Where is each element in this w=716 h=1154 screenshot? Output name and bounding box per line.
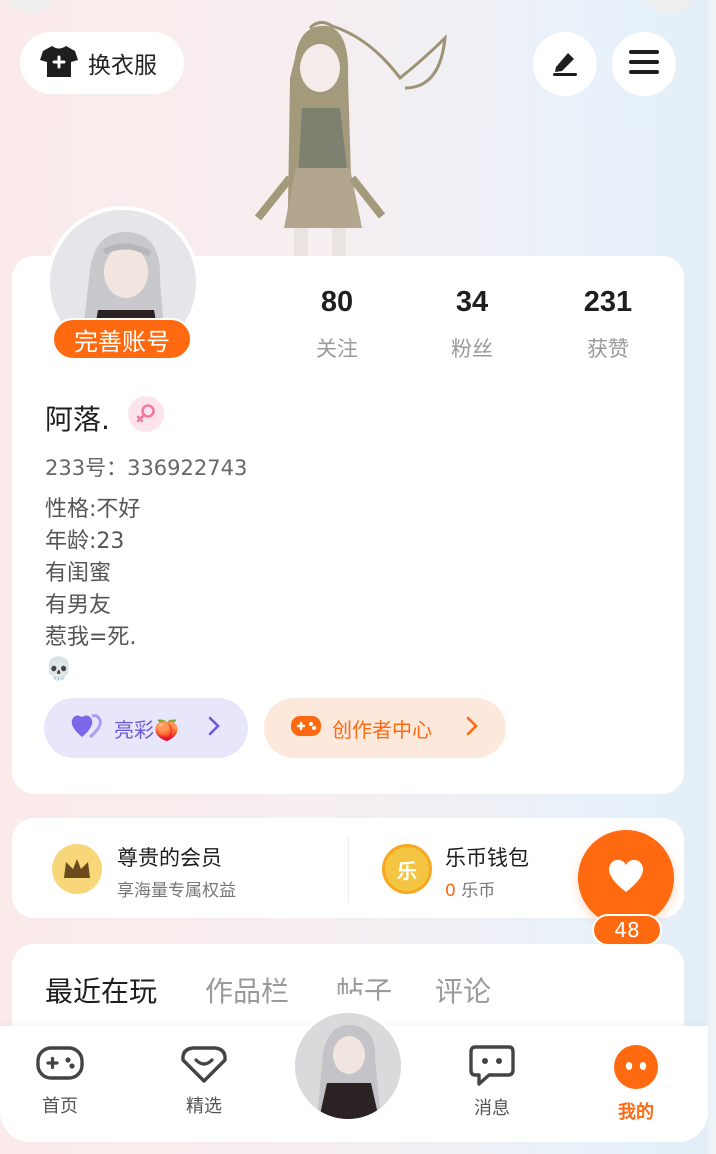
nav-home[interactable]: 首页	[15, 1044, 105, 1118]
creator-center-label: 创作者中心	[332, 717, 432, 742]
wallet-entry[interactable]: 乐 乐币钱包 0 乐币	[370, 830, 580, 910]
complete-account-button[interactable]: 完善账号	[52, 318, 192, 360]
bio: 性格:不好 年龄:23 有闺蜜 有男友 惹我=死. 💀	[45, 494, 140, 686]
wallet-title: 乐币钱包	[445, 846, 529, 870]
nav-messages-label: 消息	[474, 1098, 510, 1119]
nav-featured[interactable]: 精选	[159, 1044, 249, 1118]
coin-icon: 乐	[382, 844, 432, 894]
edit-icon	[550, 47, 580, 81]
tab-comments[interactable]: 评论	[435, 970, 491, 1010]
bio-line: 年龄:23	[45, 529, 125, 554]
nav-me[interactable]: 我的	[591, 1044, 681, 1124]
chevron-right-icon	[208, 716, 220, 741]
nav-messages[interactable]: 消息	[447, 1044, 537, 1120]
heart-icon	[70, 713, 104, 744]
chat-icon	[467, 1045, 517, 1090]
vip-title: 尊贵的会员	[117, 846, 222, 870]
gamepad-icon	[290, 713, 322, 744]
like-button[interactable]	[578, 830, 674, 926]
female-icon	[128, 396, 164, 432]
bio-line: 惹我=死.	[45, 625, 137, 650]
stat-following[interactable]: 80 关注	[282, 286, 392, 363]
nav-home-label: 首页	[42, 1096, 78, 1117]
user-name: 阿落.	[45, 403, 110, 436]
stat-likes[interactable]: 231 获赞	[553, 286, 663, 363]
coin-char: 乐	[397, 858, 417, 883]
bio-line: 有闺蜜	[45, 561, 112, 586]
gamepad-icon	[35, 1046, 85, 1088]
vip-subtitle: 享海量专属权益	[117, 881, 236, 901]
member-divider	[348, 836, 349, 902]
stat-followers-value: 34	[455, 286, 489, 318]
highlight-label: 亮彩🍑	[114, 717, 179, 742]
vip-entry[interactable]: 尊贵的会员 享海量专属权益	[40, 830, 340, 910]
nav-featured-label: 精选	[186, 1096, 222, 1117]
menu-icon	[628, 49, 660, 79]
nav-avatar[interactable]	[292, 1010, 404, 1122]
tab-recently-played[interactable]: 最近在玩	[45, 970, 157, 1010]
nav-me-label: 我的	[618, 1102, 654, 1123]
top-right-peek	[640, 0, 698, 14]
change-outfit-label: 换衣服	[88, 53, 157, 79]
top-left-peek	[2, 0, 60, 14]
user-id: 233号：336922743	[45, 456, 248, 480]
wallet-amount: 0	[445, 881, 456, 901]
change-outfit-button[interactable]: 换衣服	[20, 32, 184, 94]
edit-profile-button[interactable]	[533, 32, 597, 96]
heart-icon	[606, 858, 646, 898]
stat-following-label: 关注	[316, 337, 358, 361]
profile-screen: 换衣服 完善账号 80 关注 34 粉丝 231 获赞 阿落. 233号：336…	[0, 0, 716, 1154]
crown-icon	[52, 844, 102, 894]
stat-following-value: 80	[320, 286, 354, 318]
wallet-unit: 乐币	[461, 881, 496, 901]
bio-line: 有男友	[45, 593, 112, 618]
tab-works[interactable]: 作品栏	[205, 970, 289, 1010]
heart-badge-icon	[179, 1046, 229, 1088]
tshirt-icon	[40, 44, 78, 82]
scroll-edge	[708, 0, 716, 1154]
creator-center-button[interactable]: 创作者中心	[264, 698, 506, 758]
chevron-right-icon	[466, 716, 478, 741]
face-icon	[612, 1045, 660, 1094]
stat-likes-value: 231	[583, 286, 633, 318]
menu-button[interactable]	[612, 32, 676, 96]
stat-likes-label: 获赞	[587, 337, 629, 361]
like-count-badge: 48	[592, 914, 662, 946]
bio-line: 性格:不好	[45, 497, 141, 522]
wallet-balance: 0 乐币	[445, 876, 495, 901]
bio-line: 💀	[45, 657, 73, 682]
avatar-figure[interactable]	[240, 18, 460, 268]
stat-followers-label: 粉丝	[451, 337, 493, 361]
stat-followers[interactable]: 34 粉丝	[417, 286, 527, 363]
highlight-button[interactable]: 亮彩🍑	[44, 698, 248, 758]
